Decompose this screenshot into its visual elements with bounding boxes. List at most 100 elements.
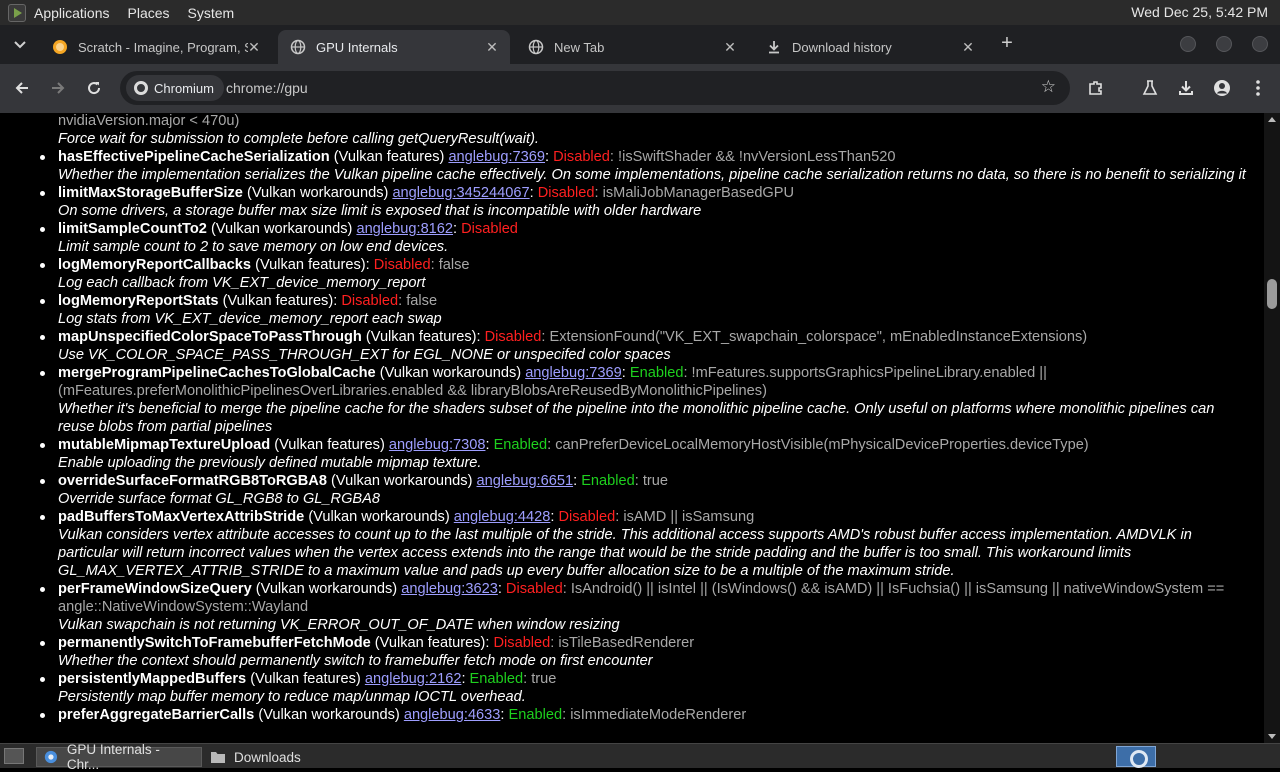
bug-link[interactable]: anglebug:4633 — [404, 707, 501, 723]
site-info-chip[interactable]: Chromium — [126, 75, 224, 101]
feature-list-item: preferAggregateBarrierCalls (Vulkan work… — [0, 706, 1250, 724]
feature-kind: (Vulkan workarounds) — [258, 707, 400, 723]
feature-name: overrideSurfaceFormatRGB8ToRGBA8 — [58, 473, 327, 489]
tab-strip: Scratch - Imagine, Program, Share ✕ GPU … — [0, 25, 1280, 64]
reload-icon[interactable] — [82, 76, 106, 100]
address-bar[interactable]: Chromium chrome://gpu ☆ — [120, 71, 1070, 105]
description-text: Whether the implementation serializes th… — [58, 167, 1246, 183]
feature-name: mergeProgramPipelineCachesToGlobalCache — [58, 365, 376, 381]
folder-icon — [211, 752, 225, 763]
minimize-button[interactable] — [1180, 36, 1196, 52]
tab-gpu-internals[interactable]: GPU Internals ✕ — [278, 30, 510, 64]
status-label: Disabled — [484, 329, 542, 345]
chromium-icon — [44, 750, 58, 764]
close-icon[interactable]: ✕ — [246, 39, 262, 55]
back-arrow-icon[interactable] — [10, 76, 34, 100]
status-label: Enabled — [629, 365, 684, 381]
scrollbar-thumb[interactable] — [1267, 279, 1277, 309]
globe-icon — [290, 39, 306, 55]
condition-text: isTileBasedRenderer — [558, 635, 695, 651]
window-close-button[interactable] — [1252, 36, 1268, 52]
condition-text: ExtensionFound("VK_EXT_swapchain_colorsp… — [549, 329, 1088, 345]
feature-name: perFrameWindowSizeQuery — [58, 581, 252, 597]
chip-label: Chromium — [154, 80, 214, 96]
downloads-icon[interactable] — [1174, 76, 1198, 100]
bug-link[interactable]: anglebug:7308 — [389, 437, 486, 453]
applications-menu[interactable]: Applications — [34, 5, 110, 21]
chromium-icon — [134, 81, 148, 95]
description-text: Whether the context should permanently s… — [58, 653, 653, 669]
feature-list-item: mutableMipmapTextureUpload (Vulkan featu… — [0, 436, 1250, 472]
bug-link[interactable]: anglebug:2162 — [365, 671, 462, 687]
profile-avatar-icon[interactable] — [1210, 76, 1234, 100]
condition-text: canPreferDeviceLocalMemoryHostVisible(mP… — [555, 437, 1089, 453]
scroll-down-arrow-icon[interactable] — [1268, 734, 1276, 739]
description-text: Log each callback from VK_EXT_device_mem… — [58, 275, 426, 291]
feature-name: logMemoryReportStats — [58, 293, 219, 309]
browser-toolbar: Chromium chrome://gpu ☆ — [0, 64, 1280, 113]
bug-link[interactable]: anglebug:3623 — [401, 581, 498, 597]
bug-link[interactable]: anglebug:4428 — [454, 509, 551, 525]
scroll-up-arrow-icon[interactable] — [1268, 117, 1276, 122]
feature-list-item: logMemoryReportCallbacks (Vulkan feature… — [0, 256, 1250, 292]
condition-text: isAMD || isSamsung — [623, 509, 755, 525]
clock[interactable]: Wed Dec 25, 5:42 PM — [1131, 4, 1268, 20]
feature-name: hasEffectivePipelineCacheSerialization — [58, 149, 330, 165]
tab-search-chevron-down-icon[interactable] — [8, 33, 32, 57]
condition-text: false — [406, 293, 438, 309]
close-icon[interactable]: ✕ — [722, 39, 738, 55]
tray-chromium-icon[interactable] — [1116, 746, 1156, 768]
feature-list-item: overrideSurfaceFormatRGB8ToRGBA8 (Vulkan… — [0, 472, 1250, 508]
feature-list-item: persistentlyMappedBuffers (Vulkan featur… — [0, 670, 1250, 706]
bug-link[interactable]: anglebug:7369 — [448, 149, 545, 165]
feature-kind: (Vulkan features): — [374, 635, 490, 651]
system-menu[interactable]: System — [188, 5, 235, 21]
tab-new-tab[interactable]: New Tab ✕ — [516, 30, 748, 64]
feature-list-item: logMemoryReportStats (Vulkan features): … — [0, 292, 1250, 328]
tab-title: Scratch - Imagine, Program, Share — [78, 39, 248, 55]
bug-link[interactable]: anglebug:345244067 — [392, 185, 529, 201]
feature-name: permanentlySwitchToFramebufferFetchMode — [58, 635, 371, 651]
system-panel: Applications Places System Wed Dec 25, 5… — [0, 0, 1280, 25]
close-icon[interactable]: ✕ — [484, 39, 500, 55]
places-menu[interactable]: Places — [128, 5, 170, 21]
page-scrollbar[interactable] — [1264, 113, 1280, 743]
taskbar-item-chromium[interactable]: GPU Internals - Chr... — [36, 742, 202, 772]
bug-link[interactable]: anglebug:7369 — [525, 365, 622, 381]
status-label: Disabled — [537, 185, 595, 201]
description-text: Enable uploading the previously defined … — [58, 455, 482, 471]
distro-logo-icon[interactable] — [8, 3, 26, 22]
more-menu-icon[interactable] — [1246, 76, 1270, 100]
show-desktop-icon[interactable] — [4, 748, 24, 764]
status-label: Enabled — [469, 671, 524, 687]
status-label: Disabled — [558, 509, 616, 525]
bookmark-star-icon[interactable]: ☆ — [1041, 77, 1056, 97]
new-tab-plus-icon[interactable]: + — [996, 33, 1018, 55]
condition-text: true — [531, 671, 557, 687]
tab-title: New Tab — [554, 39, 605, 55]
extensions-puzzle-icon[interactable] — [1084, 76, 1108, 100]
feature-name: preferAggregateBarrierCalls — [58, 707, 255, 723]
close-icon[interactable]: ✕ — [960, 39, 976, 55]
description-text: Vulkan swapchain is not returning VK_ERR… — [58, 617, 620, 633]
feature-kind: (Vulkan features) — [274, 437, 385, 453]
labs-flask-icon[interactable] — [1138, 76, 1162, 100]
url-text[interactable]: chrome://gpu — [226, 80, 308, 96]
feature-list-item: limitMaxStorageBufferSize (Vulkan workar… — [0, 184, 1250, 220]
tab-scratch[interactable]: Scratch - Imagine, Program, Share ✕ — [40, 30, 272, 64]
status-label: Disabled — [493, 635, 551, 651]
maximize-button[interactable] — [1216, 36, 1232, 52]
status-label: Disabled — [505, 581, 563, 597]
forward-arrow-icon[interactable] — [46, 76, 70, 100]
bug-link[interactable]: anglebug:6651 — [477, 473, 574, 489]
bug-link[interactable]: anglebug:8162 — [356, 221, 453, 237]
page-content: nvidiaVersion.major < 470u) Force wait f… — [0, 113, 1264, 743]
feature-name: mutableMipmapTextureUpload — [58, 437, 271, 453]
taskbar-item-downloads[interactable]: Downloads — [204, 747, 364, 767]
driver-bug-workarounds-list: nvidiaVersion.major < 470u) Force wait f… — [0, 113, 1250, 724]
description-text: On some drivers, a storage buffer max si… — [58, 203, 702, 219]
feature-name: limitSampleCountTo2 — [58, 221, 207, 237]
tab-download-history[interactable]: Download history ✕ — [754, 30, 986, 64]
status-label: Disabled — [461, 221, 518, 237]
description-text: Vulkan considers vertex attribute access… — [58, 527, 1192, 579]
